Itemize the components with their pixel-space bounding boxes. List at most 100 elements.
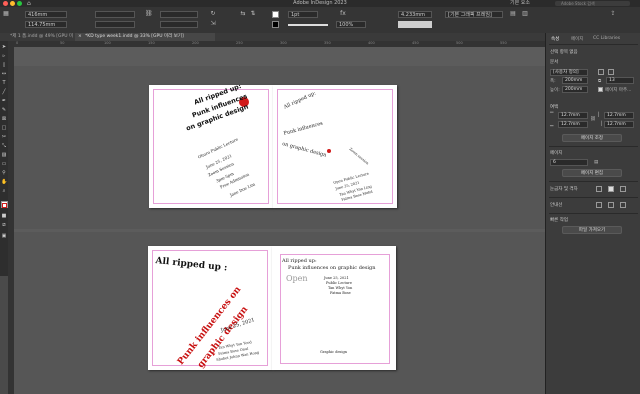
tools-panel: ➤ ▹ ▯ ↔ T ╱ ✒ ✎ ⊠ □ ✂ ⤡ ▨ ▭ ⚲ ✋ ⌕ ■ ⧄ ▣ [0,41,8,276]
page-4[interactable]: All ripped up: Punk influences on graphi… [272,246,396,370]
scissors-tool-icon[interactable]: ✂ [1,134,7,140]
apply-color-icon[interactable]: ■ [1,213,7,219]
ruler-tick: 350 [324,41,331,45]
guides-show-icon[interactable] [596,202,602,208]
x-position-field[interactable]: 416mm [25,11,67,18]
margin-link-icon[interactable]: ⛓ [590,117,596,122]
pages-count-field[interactable]: 13 [606,77,634,84]
hand-tool-icon[interactable]: ✋ [1,179,7,185]
landscape-orientation-icon[interactable] [608,69,614,75]
flip-horizontal-icon[interactable]: ⇆ [240,11,246,17]
y-position-field[interactable]: 114.75mm [25,21,67,28]
tab-properties[interactable]: 속성 [551,36,559,42]
type-tool-icon[interactable]: T [1,80,7,86]
tab-pages[interactable]: 페이지 [571,36,583,42]
divider [549,44,638,45]
free-transform-tool-icon[interactable]: ⤡ [1,143,7,149]
margin-bottom-icon: ▁ [550,122,554,127]
document-width-field[interactable]: 200mm [562,77,588,84]
pen-tool-icon[interactable]: ✒ [1,98,7,104]
adjust-layout-button[interactable]: 페이지 조정 [562,134,622,142]
gap-tool-icon[interactable]: ↔ [1,71,7,77]
guides-title: 안내선 [550,203,563,208]
scale-x-field[interactable] [160,11,198,18]
edit-page-button[interactable]: 페이지 편집 [562,169,622,177]
zoom-tool-icon[interactable]: ⌕ [1,188,7,194]
control-bar: ▦ 416mm 114.75mm ⛓ ↻ ⇲ ⇆ ⇅ 1pt fx 100% 4… [0,7,640,34]
import-file-button[interactable]: 파일 가져오기 [562,226,622,234]
rectangle-tool-icon[interactable]: □ [1,125,7,131]
note-tool-icon[interactable]: ▭ [1,161,7,167]
fill-swatch[interactable] [272,11,279,18]
poster-open-text: Open [286,274,308,283]
ruler-icon[interactable] [596,186,602,192]
page-select[interactable]: 6 [550,159,588,166]
lock-guides-icon[interactable] [620,202,626,208]
page-3[interactable]: All ripped up : Punk influences on graph… [148,246,272,370]
screen-mode-icon[interactable]: ▣ [1,233,7,239]
fx-icon[interactable]: fx [340,11,346,17]
rotate-icon[interactable]: ↻ [210,11,216,17]
pencil-tool-icon[interactable]: ✎ [1,107,7,113]
corner-dimension-field[interactable]: 4.233mm [398,11,432,18]
baseline-grid-icon[interactable] [608,186,614,192]
height-field[interactable] [95,21,135,28]
ruler-tick: 0 [16,41,19,45]
tab-cc-libraries[interactable]: CC Libraries [593,36,620,41]
flip-vertical-icon[interactable]: ⇅ [250,11,256,17]
ruler-tick: 50 [60,41,65,45]
document-tab-2[interactable]: × *KD type week1.indd @ 33% [GPU 미리 보기] [75,33,215,41]
selection-status: 선택 항목 없음 [550,50,578,55]
stroke-color-swatch[interactable] [2,203,7,208]
eyedropper-tool-icon[interactable]: ⚲ [1,170,7,176]
document-tab-1[interactable]: *제 1 폼.indd @ 49% [GPU 미리 보기] [0,33,75,47]
opacity-field[interactable]: 100% [336,21,366,28]
stock-search-input[interactable]: Adobe Stock 검색 [555,1,630,6]
drop-shadow-preview[interactable] [398,21,432,28]
properties-panel: 속성 페이지 CC Libraries 선택 항목 없음 문서 [사용자 정의]… [545,33,640,394]
ruler-tick: 150 [148,41,155,45]
margins-section-title: 여백 [550,105,559,110]
red-dot [327,149,331,153]
apply-none-icon[interactable]: ⧄ [1,222,7,228]
workspace-switcher[interactable]: 기본 요소 [510,0,530,7]
reference-point-icon[interactable]: ▦ [3,11,9,17]
column-icon[interactable]: ▥ [522,11,528,17]
document-preset-select[interactable]: [사용자 정의] [550,69,588,76]
page-1[interactable]: All ripped up: Punk influences on graphi… [149,85,273,208]
share-icon[interactable]: ⇪ [610,11,616,17]
direct-selection-tool-icon[interactable]: ▹ [1,53,7,59]
margin-right-field[interactable]: 12.7mm [604,121,634,128]
margin-bottom-field[interactable]: 12.7mm [558,121,588,128]
margin-left-field[interactable]: 12.7mm [604,112,634,119]
stroke-type-preview[interactable] [288,24,328,26]
poster-info-line: Tan Whyt Yon [328,286,353,290]
smart-guides-icon[interactable] [608,202,614,208]
line-tool-icon[interactable]: ╱ [1,89,7,95]
facing-pages-checkbox[interactable] [598,87,603,92]
stroke-weight-field[interactable]: 1pt [288,11,318,18]
scale-y-field[interactable] [160,21,198,28]
object-style-select[interactable]: [기본 그래픽 프레임] [445,11,503,18]
portrait-orientation-icon[interactable] [598,69,604,75]
link-icon[interactable]: ⛓ [145,11,153,17]
document-height-field[interactable]: 200mm [562,86,588,93]
page-2[interactable]: All ripped up: Punk influences on graphi… [273,85,397,208]
divider [549,197,638,198]
shear-icon[interactable]: ⇲ [210,21,216,27]
width-field[interactable] [95,11,135,18]
document-grid-icon[interactable] [620,186,626,192]
ruler-tick: 200 [192,41,199,45]
stroke-swatch[interactable] [272,21,279,28]
selection-tool-icon[interactable]: ➤ [1,44,7,50]
rectangle-frame-tool-icon[interactable]: ⊠ [1,116,7,122]
divider [549,181,638,182]
document-tab-bar: *제 1 폼.indd @ 49% [GPU 미리 보기] × *KD type… [0,33,545,47]
gradient-tool-icon[interactable]: ▨ [1,152,7,158]
text-wrap-icon[interactable]: ▤ [510,11,516,17]
page-tool-icon[interactable]: ▯ [1,62,7,68]
margin-top-field[interactable]: 12.7mm [558,112,588,119]
page-options-icon[interactable]: ▤ [594,160,598,165]
margin-top-icon: ▔ [550,113,554,118]
tab-close-icon[interactable]: × [78,33,82,41]
